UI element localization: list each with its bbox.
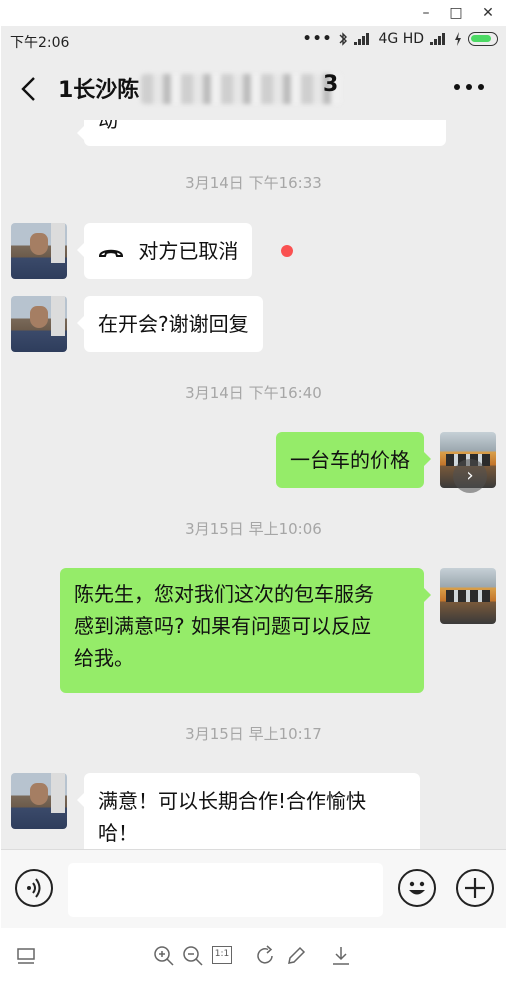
message-bubble-outgoing[interactable]: 陈先生，您对我们这次的包车服务 感到满意吗? 如果有问题可以反应 给我。	[60, 568, 431, 693]
message-bubble-incoming[interactable]: 在开会?谢谢回复	[77, 296, 263, 352]
network-label: 4G HD	[378, 31, 424, 47]
phone-screen: 下午2:06 ••• 4G HD 1长沙陈 3 动 3月14日 下午16:33 …	[1, 26, 506, 928]
voice-button[interactable]	[15, 869, 53, 907]
signal-icon	[430, 33, 448, 45]
chat-header: 1长沙陈 3	[1, 56, 506, 120]
status-icons: ••• 4G HD	[303, 31, 498, 47]
contact-avatar[interactable]	[11, 223, 67, 279]
timestamp: 3月14日 下午16:40	[185, 384, 322, 402]
call-status-text: 对方已取消	[138, 239, 239, 263]
status-time: 下午2:06	[10, 35, 70, 51]
close-button[interactable]: ✕	[478, 4, 498, 22]
timestamp: 3月15日 早上10:17	[185, 725, 322, 743]
thumbnail-icon[interactable]	[14, 944, 38, 968]
message-text-line: 陈先生，您对我们这次的包车服务	[74, 582, 374, 606]
input-bar	[1, 849, 506, 928]
message-text-line: 感到满意吗? 如果有问题可以反应	[74, 614, 371, 638]
voice-icon	[27, 878, 41, 898]
timestamp: 3月14日 下午16:33	[185, 174, 322, 192]
chat-title-suffix: 3	[323, 72, 339, 97]
more-options-button[interactable]	[454, 84, 484, 94]
emoji-button[interactable]	[398, 869, 436, 907]
more-dots-icon: •••	[302, 31, 333, 47]
plus-icon	[465, 878, 485, 898]
message-text-line: 哈！	[98, 821, 138, 845]
zoom-out-icon[interactable]	[181, 944, 205, 968]
more-dot-icon	[478, 84, 484, 90]
message-text: 在开会?谢谢回复	[98, 312, 249, 336]
phone-hangup-icon	[98, 249, 124, 257]
my-avatar[interactable]	[440, 568, 496, 624]
more-dot-icon	[466, 84, 472, 90]
signal-icon	[354, 33, 372, 45]
download-icon[interactable]	[329, 944, 353, 968]
battery-icon	[468, 32, 498, 46]
message-bubble-incoming[interactable]: 动	[77, 120, 446, 146]
viewer-toolbar: 1:1	[0, 928, 507, 988]
chat-title: 1长沙陈	[58, 78, 140, 103]
message-text: 动	[98, 120, 118, 132]
obscured-title-region	[141, 74, 341, 104]
status-bar: 下午2:06 ••• 4G HD	[1, 26, 506, 56]
contact-avatar[interactable]	[11, 296, 67, 352]
message-bubble-incoming[interactable]: 满意！可以长期合作!合作愉快 哈！	[77, 773, 420, 849]
plus-button[interactable]	[456, 869, 494, 907]
message-bubble-outgoing[interactable]: 一台车的价格	[276, 432, 431, 488]
message-text-line: 满意！可以长期合作!合作愉快	[98, 789, 367, 813]
unread-dot	[281, 245, 293, 257]
image-viewer-window: – □ ✕ 下午2:06 ••• 4G HD 1长沙陈 3 动 3月14日 下午…	[0, 0, 507, 988]
contact-avatar[interactable]	[11, 773, 67, 829]
message-input[interactable]	[68, 863, 383, 917]
emoji-icon	[409, 881, 425, 895]
maximize-button[interactable]: □	[446, 4, 466, 22]
zoom-in-icon[interactable]	[152, 944, 176, 968]
edit-icon[interactable]	[284, 944, 308, 968]
rotate-icon[interactable]	[254, 944, 278, 968]
back-arrow-icon[interactable]	[15, 74, 45, 104]
message-text: 一台车的价格	[290, 448, 410, 472]
more-dot-icon	[454, 84, 460, 90]
chevron-right-icon[interactable]: ›	[453, 459, 487, 493]
message-list[interactable]: 动 3月14日 下午16:33 对方已取消 在开会?谢谢回复 3月14日 下午1…	[1, 120, 506, 849]
message-text-line: 给我。	[74, 646, 134, 670]
minimize-button[interactable]: –	[416, 4, 436, 22]
actual-size-button[interactable]: 1:1	[212, 946, 232, 964]
charging-icon	[455, 32, 461, 46]
call-bubble[interactable]: 对方已取消	[76, 223, 253, 279]
bluetooth-icon	[339, 32, 348, 46]
timestamp: 3月15日 早上10:06	[185, 520, 322, 538]
window-titlebar: – □ ✕	[0, 0, 507, 26]
